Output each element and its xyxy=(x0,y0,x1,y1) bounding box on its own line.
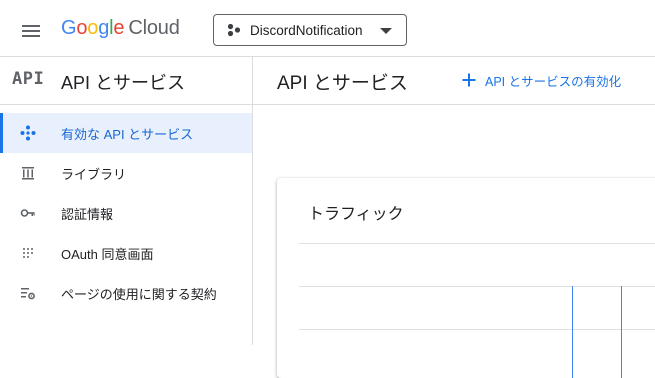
sidebar-item-label: ライブラリ xyxy=(61,166,127,182)
page-title: API とサービス xyxy=(277,73,408,94)
traffic-spike xyxy=(621,286,622,378)
traffic-card-title: トラフィック xyxy=(308,206,404,223)
sidebar-header: API API とサービス xyxy=(0,57,252,105)
sidebar-item-credentials[interactable]: 認証情報 xyxy=(0,193,252,233)
sidebar-item-label: 認証情報 xyxy=(61,206,114,222)
enable-apis-button[interactable]: API とサービスの有効化 xyxy=(461,66,621,94)
agreement-settings-icon xyxy=(21,288,35,300)
plus-icon xyxy=(462,73,476,87)
google-cloud-logo[interactable]: Google Cloud xyxy=(61,17,180,40)
logo-google-text: Google xyxy=(61,17,125,39)
sidebar-item-page-usage-agreements[interactable]: ページの使用に関する契約 xyxy=(0,273,252,313)
chevron-down-icon xyxy=(380,28,392,34)
hamburger-menu-icon[interactable] xyxy=(14,14,48,48)
library-icon xyxy=(22,167,34,180)
chart-gridline xyxy=(299,243,655,244)
logo-cloud-text: Cloud xyxy=(128,17,180,39)
api-diamond-icon xyxy=(20,125,36,141)
chart-gridline xyxy=(299,329,655,330)
page-header: API とサービス API とサービスの有効化 xyxy=(253,57,655,105)
project-icon xyxy=(227,23,241,37)
api-badge-icon: API xyxy=(12,69,45,89)
traffic-card: トラフィック xyxy=(277,178,655,378)
chart-gridline xyxy=(299,286,655,287)
top-app-bar: Google Cloud DiscordNotification xyxy=(0,0,655,57)
sidebar-item-enabled-apis[interactable]: 有効な API とサービス xyxy=(0,113,252,153)
project-name: DiscordNotification xyxy=(250,22,363,38)
traffic-spike xyxy=(572,286,573,378)
sidebar-item-label: OAuth 同意画面 xyxy=(61,246,154,262)
sidebar-item-oauth-consent[interactable]: OAuth 同意画面 xyxy=(0,233,252,273)
project-selector-button[interactable]: DiscordNotification xyxy=(213,14,407,46)
enable-apis-label: API とサービスの有効化 xyxy=(485,74,622,89)
sidebar-title: API とサービス xyxy=(61,73,186,93)
sidebar-nav: 有効な API とサービス ライブラリ 認証情報 OAuth 同意画面 ページの… xyxy=(0,113,252,313)
sidebar-item-library[interactable]: ライブラリ xyxy=(0,153,252,193)
consent-icon xyxy=(23,248,33,258)
sidebar-item-label: 有効な API とサービス xyxy=(61,126,194,142)
sidebar-item-label: ページの使用に関する契約 xyxy=(61,286,217,302)
key-icon xyxy=(20,209,35,217)
sidebar: API API とサービス 有効な API とサービス ライブラリ 認証情報 O… xyxy=(0,57,253,345)
